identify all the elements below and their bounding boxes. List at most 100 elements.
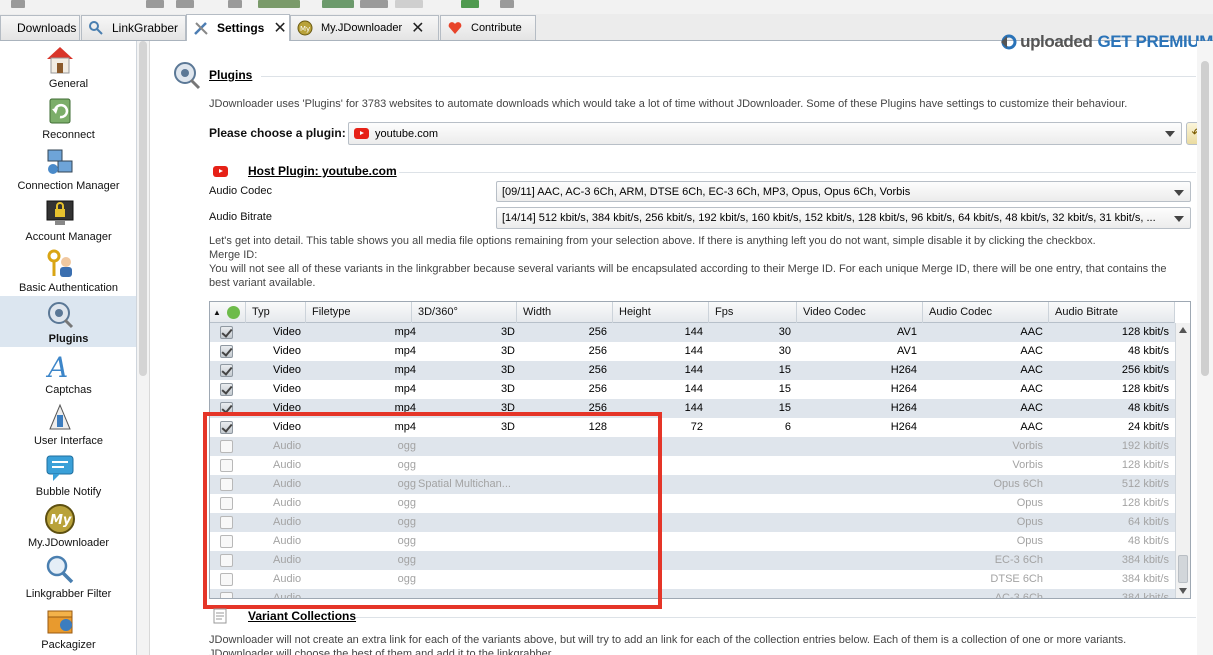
tab-contribute[interactable]: Contribute [440, 15, 536, 40]
toolbar-icon[interactable] [500, 0, 514, 8]
row-checkbox[interactable] [220, 364, 233, 377]
column-header-width[interactable]: Width [517, 302, 613, 323]
table-row[interactable]: Video mp4 3D 256 144 15 H264 AAC 48 kbit/s [210, 399, 1175, 418]
table-row[interactable]: Audio ogg DTSE 6Ch 384 kbit/s [210, 570, 1175, 589]
audio-codec-select[interactable]: [09/11] AAC, AC-3 6Ch, ARM, DTSE 6Ch, EC… [496, 181, 1191, 202]
cell-height: 144 [684, 383, 703, 395]
row-checkbox[interactable] [220, 554, 233, 567]
plugin-select[interactable]: youtube.com [348, 122, 1182, 145]
cell-vcodec [797, 532, 917, 551]
cell-fps [709, 475, 791, 494]
sidebar-item-myjdownloader[interactable]: My My.JDownloader [0, 500, 136, 551]
column-header-height[interactable]: Height [613, 302, 709, 323]
cell-d3: 3D [500, 345, 515, 357]
table-row[interactable]: Video mp4 3D 256 144 15 H264 AAC 128 kbit/s [210, 380, 1175, 399]
sidebar-item-account-manager[interactable]: Account Manager [0, 194, 136, 245]
cell-width [517, 437, 607, 456]
cell-height: 72 [690, 421, 703, 433]
tab-downloads[interactable]: Downloads [0, 15, 80, 40]
row-checkbox[interactable] [220, 402, 233, 415]
settings-icon [193, 20, 209, 36]
table-row[interactable]: Audio ogg Vorbis 192 kbit/s [210, 437, 1175, 456]
cell-abitrate: 384 kbit/s [1121, 592, 1169, 599]
column-header-audio-codec[interactable]: Audio Codec [923, 302, 1049, 323]
toolbar-icon[interactable] [461, 0, 479, 8]
table-row[interactable]: Audio ogg EC-3 6Ch 384 kbit/s [210, 551, 1175, 570]
row-checkbox[interactable] [220, 345, 233, 358]
sidebar-item-reconnect[interactable]: Reconnect [0, 92, 136, 143]
cell-width [517, 570, 607, 589]
tab-settings[interactable]: Settings ✕ [186, 14, 290, 41]
sidebar-item-connection-manager[interactable]: Connection Manager [0, 143, 136, 194]
column-header-video-codec[interactable]: Video Codec [797, 302, 923, 323]
toolbar-icon[interactable] [228, 0, 242, 8]
sidebar-scrollbar[interactable] [137, 41, 150, 655]
toolbar-icon[interactable] [146, 0, 164, 8]
cell-vcodec [797, 475, 917, 494]
sidebar-item-user-interface[interactable]: User Interface [0, 398, 136, 449]
sidebar-item-plugins[interactable]: Plugins [0, 296, 136, 347]
row-checkbox[interactable] [220, 326, 233, 339]
table-row[interactable]: Audio ogg Opus 48 kbit/s [210, 532, 1175, 551]
toolbar-icon[interactable] [322, 0, 354, 8]
table-row[interactable]: Audio ogg Vorbis 128 kbit/s [210, 456, 1175, 475]
row-checkbox[interactable] [220, 383, 233, 396]
cell-vcodec [797, 589, 917, 598]
choose-plugin-label: Please choose a plugin: [209, 126, 346, 140]
close-icon[interactable]: ✕ [273, 18, 286, 38]
table-row[interactable]: Video mp4 3D 256 144 15 H264 AAC 256 kbit/s [210, 361, 1175, 380]
select-all-column[interactable]: ▲ [210, 302, 246, 323]
scroll-down-icon[interactable] [1179, 588, 1187, 594]
audio-bitrate-label: Audio Bitrate [209, 211, 272, 223]
table-row[interactable]: Audio ogg Opus 128 kbit/s [210, 494, 1175, 513]
toolbar-icon[interactable] [258, 0, 300, 8]
scroll-up-icon[interactable] [1179, 327, 1187, 333]
toolbar-icon[interactable] [11, 0, 25, 8]
cell-acodec: AAC [1020, 421, 1043, 433]
column-header-fps[interactable]: Fps [709, 302, 797, 323]
row-checkbox[interactable] [220, 478, 233, 491]
row-checkbox[interactable] [220, 516, 233, 529]
sidebar-item-bubble-notify[interactable]: Bubble Notify [0, 449, 136, 500]
tab-myjdownloader[interactable]: My My.JDownloader ✕ [290, 15, 439, 40]
sidebar-item-linkgrabber-filter[interactable]: Linkgrabber Filter [0, 551, 136, 602]
close-icon[interactable]: ✕ [411, 18, 424, 38]
table-row[interactable]: Video mp4 3D 256 144 30 AV1 AAC 48 kbit/s [210, 342, 1175, 361]
table-row[interactable]: Audio AC-3 6Ch 384 kbit/s [210, 589, 1175, 599]
column-header-filetype[interactable]: Filetype [306, 302, 412, 323]
scroll-thumb[interactable] [139, 41, 147, 376]
tab-linkgrabber[interactable]: LinkGrabber [81, 15, 186, 40]
main-scrollbar[interactable] [1197, 41, 1213, 655]
sidebar-item-basic-authentication[interactable]: Basic Authentication [0, 245, 136, 296]
house-icon [44, 44, 76, 76]
toolbar-icon[interactable] [176, 0, 194, 8]
row-checkbox[interactable] [220, 459, 233, 472]
cell-d3 [418, 456, 515, 475]
sidebar-item-captchas[interactable]: A Captchas [0, 347, 136, 398]
table-row[interactable]: Video mp4 3D 128 72 6 H264 AAC 24 kbit/s [210, 418, 1175, 437]
cell-abitrate: 256 kbit/s [1121, 364, 1169, 376]
cell-filetype: ogg [397, 459, 416, 471]
check-all-icon [226, 305, 240, 319]
table-row[interactable]: Audio ogg Opus 64 kbit/s [210, 513, 1175, 532]
table-row[interactable]: Video mp4 3D 256 144 30 AV1 AAC 128 kbit/s [210, 323, 1175, 342]
table-row[interactable]: Audio ogg Spatial Multichan... Opus 6Ch 512 … [210, 475, 1175, 494]
scroll-thumb[interactable] [1178, 555, 1188, 583]
sidebar-item-general[interactable]: General [0, 41, 136, 92]
sidebar-item-packagizer[interactable]: Packagizer [0, 602, 136, 653]
toolbar-icon[interactable] [360, 0, 388, 8]
column-header-audio-bitrate[interactable]: Audio Bitrate [1049, 302, 1175, 323]
table-scrollbar[interactable] [1175, 323, 1190, 598]
audio-bitrate-select[interactable]: [14/14] 512 kbit/s, 384 kbit/s, 256 kbit… [496, 207, 1191, 229]
sidebar-item-label: Plugins [48, 333, 89, 345]
scroll-thumb[interactable] [1201, 61, 1209, 376]
row-checkbox[interactable] [220, 440, 233, 453]
row-checkbox[interactable] [220, 421, 233, 434]
row-checkbox[interactable] [220, 573, 233, 586]
column-header-3d360[interactable]: 3D/360° [412, 302, 517, 323]
row-checkbox[interactable] [220, 535, 233, 548]
column-header-typ[interactable]: Typ [246, 302, 306, 323]
row-checkbox[interactable] [220, 592, 233, 598]
row-checkbox[interactable] [220, 497, 233, 510]
toolbar-icon[interactable] [395, 0, 423, 8]
